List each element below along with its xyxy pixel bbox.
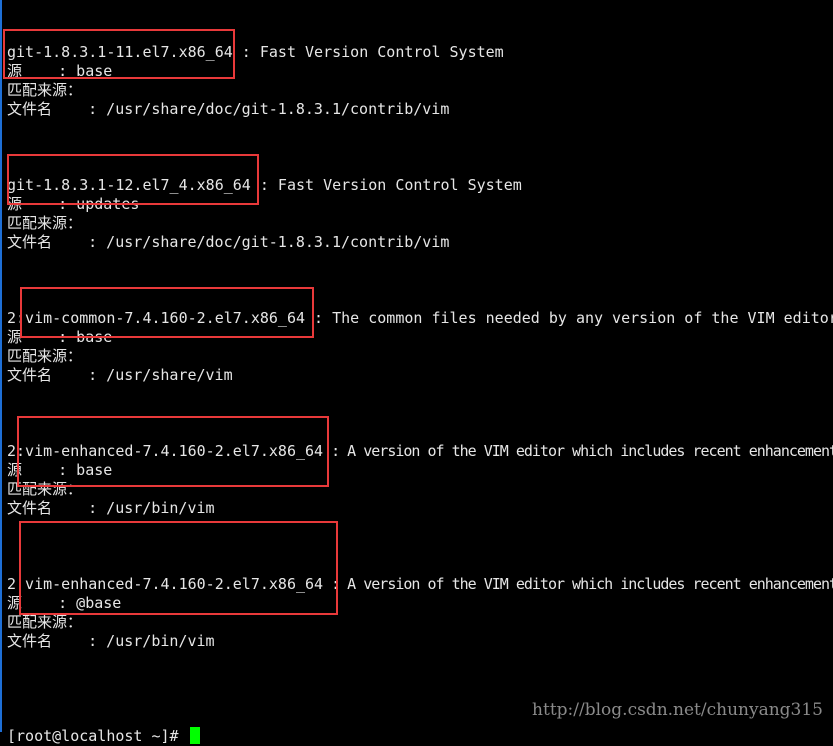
- highlight-box: [19, 521, 338, 615]
- package-summary: : Fast Version Control System: [232, 43, 504, 61]
- highlight-box: [7, 154, 259, 205]
- file-line: 文件名 : /usr/bin/vim: [7, 632, 215, 650]
- highlight-box: [20, 287, 314, 338]
- package-summary: : Fast Version Control System: [250, 176, 522, 194]
- file-line: 文件名 : /usr/share/vim: [7, 366, 233, 384]
- file-line: 文件名 : /usr/share/doc/git-1.8.3.1/contrib…: [7, 233, 450, 251]
- prompt-text: [root@localhost ~]#: [7, 727, 188, 745]
- package-summary: : A version of the VIM editor which incl…: [323, 575, 833, 593]
- terminal-output[interactable]: git-1.8.3.1-11.el7.x86_64 : Fast Version…: [7, 43, 833, 746]
- highlight-box: [17, 416, 329, 487]
- match-line: 匹配来源：: [7, 613, 83, 631]
- command-prompt[interactable]: [root@localhost ~]#: [7, 727, 833, 746]
- file-line: 文件名 : /usr/share/doc/git-1.8.3.1/contrib…: [7, 100, 450, 118]
- match-line: 匹配来源：: [7, 214, 83, 232]
- cursor: [189, 727, 200, 744]
- window-edge: [0, 0, 2, 732]
- match-line: 匹配来源：: [7, 347, 83, 365]
- file-line: 文件名 : /usr/bin/vim: [7, 499, 215, 517]
- package-summary: : The common files needed by any version…: [305, 309, 833, 327]
- package-summary: : A version of the VIM editor which incl…: [323, 442, 833, 460]
- highlight-box: [3, 29, 235, 79]
- match-line: 匹配来源：: [7, 81, 83, 99]
- watermark: http://blog.csdn.net/chunyang315: [532, 700, 823, 720]
